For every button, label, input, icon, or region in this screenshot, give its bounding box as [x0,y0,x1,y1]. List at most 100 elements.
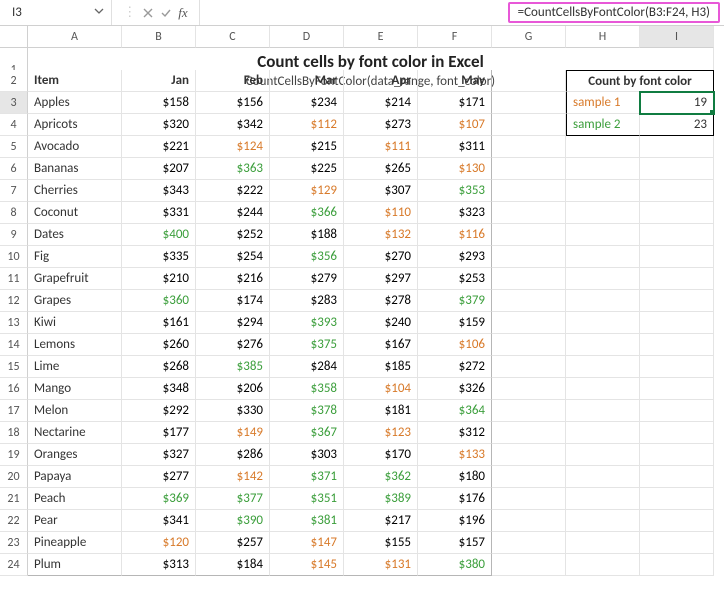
cell[interactable] [492,334,566,356]
row-header[interactable]: 19 [0,444,28,466]
row-header[interactable]: 20 [0,466,28,488]
cell-value[interactable]: $348 [122,378,196,400]
cell-value[interactable]: $132 [344,224,418,246]
cell-value[interactable]: $221 [122,136,196,158]
cell-value[interactable]: $279 [270,268,344,290]
cell[interactable] [640,444,714,466]
cell-item[interactable]: Avocado [28,136,122,158]
countbox-sample-label[interactable]: sample 2 [566,114,640,136]
cell-value[interactable]: $188 [270,224,344,246]
cell-value[interactable]: $297 [344,268,418,290]
cell-value[interactable]: $303 [270,444,344,466]
cell-value[interactable]: $362 [344,466,418,488]
cell-item[interactable]: Dates [28,224,122,246]
cell[interactable] [640,312,714,334]
cancel-icon[interactable] [142,7,154,19]
cell-value[interactable]: $170 [344,444,418,466]
row-header[interactable]: 17 [0,400,28,422]
cell[interactable] [640,268,714,290]
cell-value[interactable]: $311 [418,136,492,158]
cell[interactable] [566,444,640,466]
cell-value[interactable]: $206 [196,378,270,400]
cell[interactable] [640,246,714,268]
row-header[interactable]: 4 [0,114,28,136]
cell-value[interactable]: $181 [344,400,418,422]
cell-value[interactable]: $330 [196,400,270,422]
row-header[interactable]: 14 [0,334,28,356]
row-header[interactable]: 13 [0,312,28,334]
cell-value[interactable]: $124 [196,136,270,158]
name-box-dropdown-icon[interactable] [93,5,105,20]
cell-item[interactable]: Fig [28,246,122,268]
cell-value[interactable]: $277 [122,466,196,488]
cell-item[interactable]: Plum [28,554,122,576]
cell-value[interactable]: $253 [418,268,492,290]
cell-value[interactable]: $343 [122,180,196,202]
row-header[interactable]: 10 [0,246,28,268]
cell-value[interactable]: $389 [344,488,418,510]
cell[interactable] [566,532,640,554]
cell[interactable] [566,246,640,268]
cell-value[interactable]: $159 [418,312,492,334]
cell-item[interactable]: Lime [28,356,122,378]
col-header[interactable]: D [270,26,344,48]
cell[interactable] [566,466,640,488]
cell-value[interactable]: $123 [344,422,418,444]
cell-value[interactable]: $257 [196,532,270,554]
cell[interactable] [566,290,640,312]
cell-value[interactable]: $174 [196,290,270,312]
cell[interactable] [566,202,640,224]
cell[interactable] [492,356,566,378]
cell[interactable] [492,114,566,136]
cell[interactable] [566,224,640,246]
cell[interactable] [492,444,566,466]
cell-value[interactable]: $286 [196,444,270,466]
cell[interactable] [566,356,640,378]
col-header[interactable]: G [492,26,566,48]
cell-value[interactable]: $104 [344,378,418,400]
cell-value[interactable]: $158 [122,92,196,114]
col-header[interactable]: B [122,26,196,48]
cell-value[interactable]: $327 [122,444,196,466]
cell-value[interactable]: $268 [122,356,196,378]
cell-value[interactable]: $196 [418,510,492,532]
cell-value[interactable]: $380 [418,554,492,576]
countbox-value[interactable]: 19 [640,92,714,114]
cell[interactable] [640,422,714,444]
row-header[interactable]: 6 [0,158,28,180]
cell-value[interactable]: $111 [344,136,418,158]
cell[interactable] [640,290,714,312]
cell-value[interactable]: $254 [196,246,270,268]
cell-value[interactable]: $216 [196,268,270,290]
cell[interactable] [640,180,714,202]
cell-item[interactable]: Apples [28,92,122,114]
cell-value[interactable]: $133 [418,444,492,466]
cell-value[interactable]: $142 [196,466,270,488]
cell-value[interactable]: $147 [270,532,344,554]
countbox-title[interactable]: Count by font color [566,70,714,92]
col-header[interactable]: E [344,26,418,48]
cell-value[interactable]: $369 [122,488,196,510]
cell-value[interactable]: $364 [418,400,492,422]
cell-value[interactable]: $367 [270,422,344,444]
fx-icon[interactable]: fx [178,5,187,21]
countbox-value[interactable]: 23 [640,114,714,136]
row-header[interactable]: 23 [0,532,28,554]
cell-value[interactable]: $210 [122,268,196,290]
cell-value[interactable]: $145 [270,554,344,576]
cell-value[interactable]: $156 [196,92,270,114]
row-header[interactable]: 24 [0,554,28,576]
cell[interactable] [640,378,714,400]
row-header[interactable]: 15 [0,356,28,378]
confirm-icon[interactable] [160,7,172,19]
row-header[interactable]: 11 [0,268,28,290]
spreadsheet-grid[interactable]: ABCDEFGHI1Count cells by font color in E… [0,26,724,576]
cell-value[interactable]: $214 [344,92,418,114]
cell-value[interactable]: $284 [270,356,344,378]
data-header[interactable]: Item [28,70,122,92]
cell-value[interactable]: $184 [196,554,270,576]
cell-value[interactable]: $292 [122,400,196,422]
cell-value[interactable]: $234 [270,92,344,114]
cell[interactable] [492,466,566,488]
cell-item[interactable]: Apricots [28,114,122,136]
